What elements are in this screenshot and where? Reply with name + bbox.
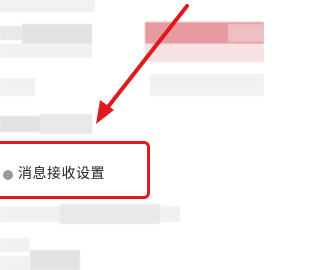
annotation-arrow-head (96, 100, 114, 124)
redacted-block (0, 44, 92, 58)
redacted-block (150, 74, 264, 96)
redacted-block (60, 204, 160, 224)
redacted-accent-strip (145, 44, 264, 62)
redacted-block (22, 24, 92, 44)
message-receive-settings-label: 消息接收设置 (18, 166, 105, 182)
settings-dot-icon (3, 170, 13, 180)
redacted-block (0, 0, 95, 12)
redacted-block (40, 114, 92, 134)
message-receive-settings-item[interactable]: 消息接收设置 (0, 150, 150, 196)
redacted-accent-block (228, 24, 264, 42)
redacted-block (0, 256, 30, 270)
redacted-block (0, 26, 22, 40)
screenshot-canvas: 消息接收设置 (0, 0, 264, 270)
redacted-block (0, 238, 30, 252)
redacted-block (0, 78, 35, 96)
redacted-block (30, 250, 80, 270)
